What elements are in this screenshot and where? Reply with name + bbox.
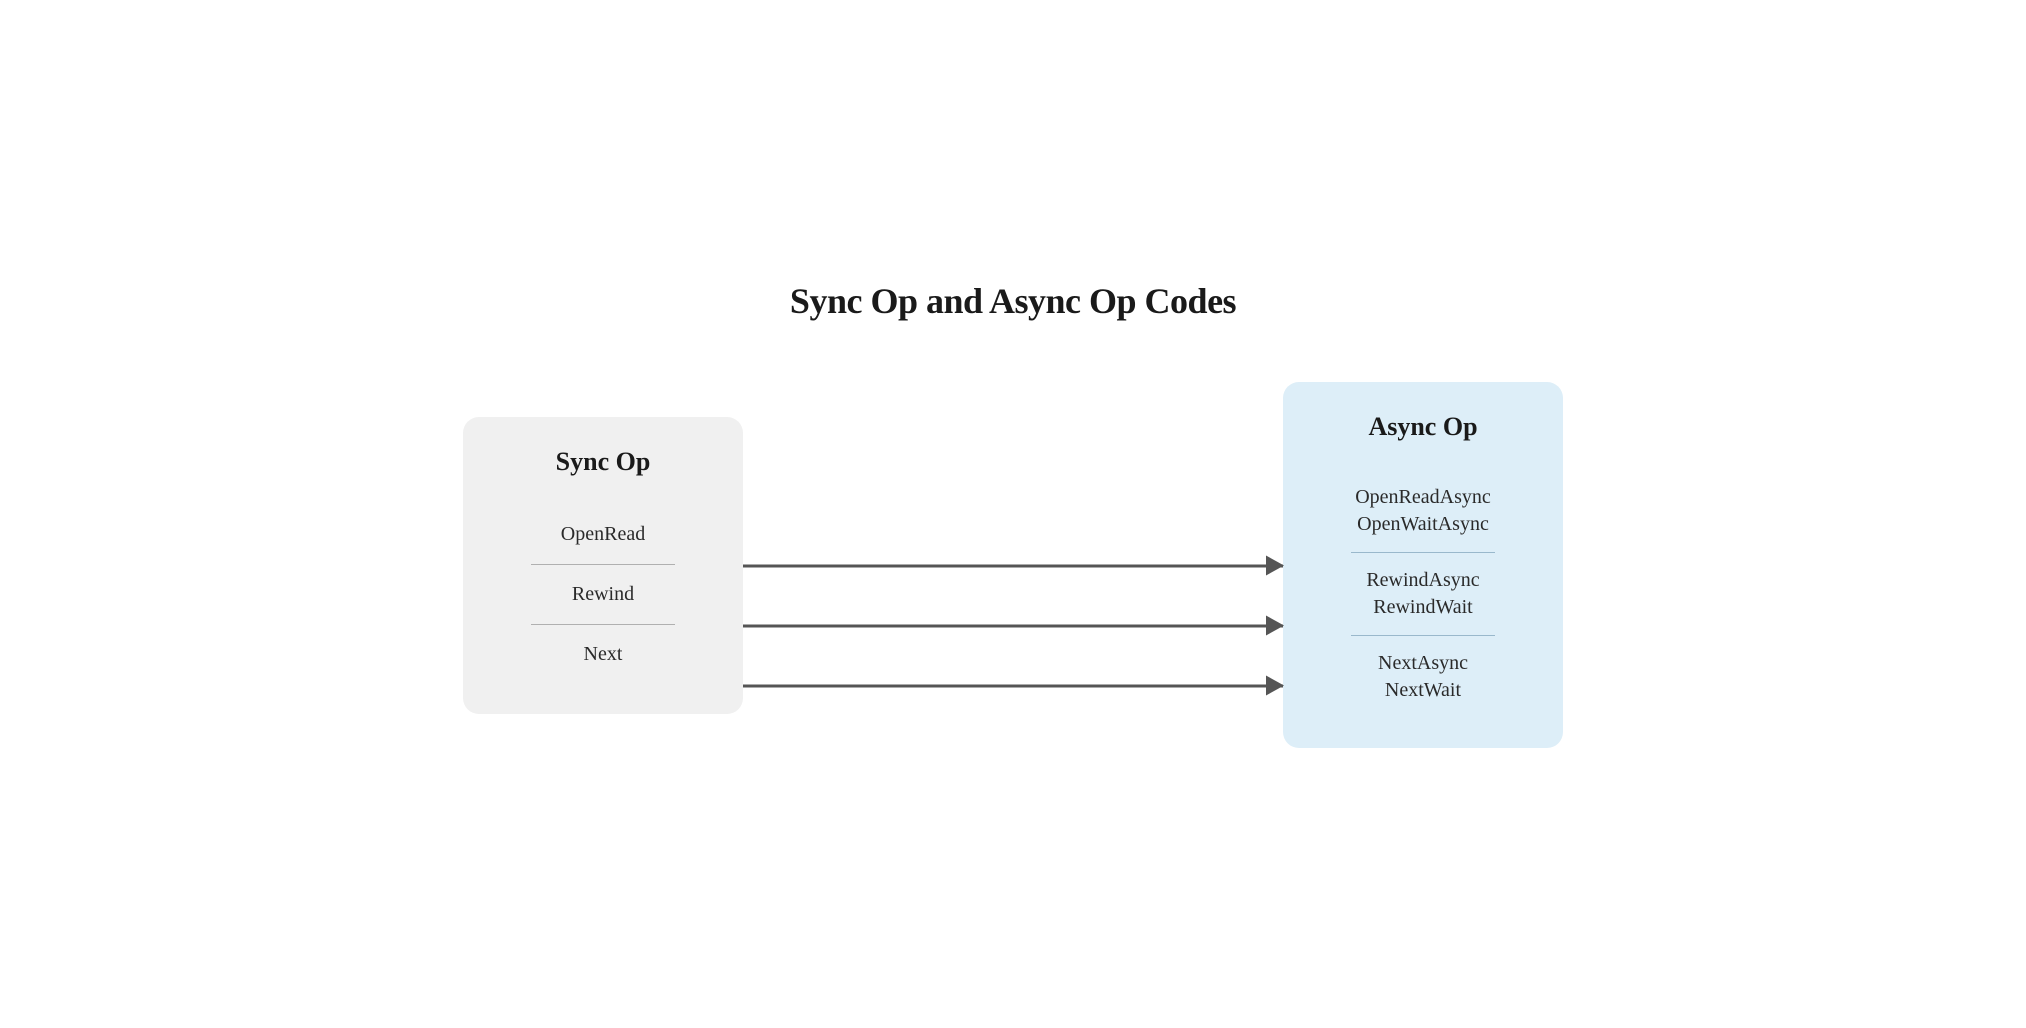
arrow-next <box>743 684 1283 687</box>
async-op-items: OpenReadAsync OpenWaitAsync RewindAsync … <box>1333 470 1513 718</box>
sync-item-rewind: Rewind <box>513 565 693 624</box>
async-openreadasync: OpenReadAsync <box>1355 486 1491 509</box>
async-item-next: NextAsync NextWait <box>1368 636 1478 718</box>
async-item-rewind: RewindAsync RewindWait <box>1356 553 1489 635</box>
async-openwaitasync: OpenWaitAsync <box>1357 513 1489 536</box>
arrow-line-openread <box>743 564 1283 567</box>
async-op-title: Async Op <box>1368 412 1477 442</box>
page-title: Sync Op and Async Op Codes <box>790 280 1236 322</box>
sync-item-next: Next <box>513 625 693 684</box>
async-rewindwait: RewindWait <box>1373 596 1472 619</box>
sync-op-box: Sync Op OpenRead Rewind Next <box>463 417 743 714</box>
sync-item-openread: OpenRead <box>513 505 693 564</box>
async-nextwait: NextWait <box>1385 679 1461 702</box>
sync-op-items: OpenRead Rewind Next <box>513 505 693 684</box>
arrow-line-next <box>743 684 1283 687</box>
diagram-container: Sync Op OpenRead Rewind Next Async Op Op… <box>463 382 1563 748</box>
sync-op-title: Sync Op <box>556 447 651 477</box>
async-nextasync: NextAsync <box>1378 652 1468 675</box>
async-item-openread: OpenReadAsync OpenWaitAsync <box>1345 470 1501 552</box>
arrow-rewind <box>743 624 1283 627</box>
async-op-box: Async Op OpenReadAsync OpenWaitAsync Rew… <box>1283 382 1563 748</box>
arrow-openread <box>743 564 1283 567</box>
arrows-wrapper <box>743 417 1283 714</box>
async-rewindasync: RewindAsync <box>1366 569 1479 592</box>
arrow-line-rewind <box>743 624 1283 627</box>
